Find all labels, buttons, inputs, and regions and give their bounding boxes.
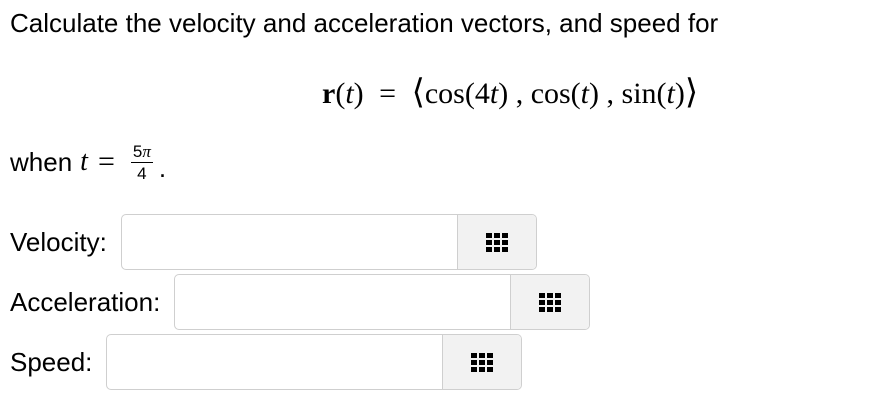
acceleration-row: Acceleration: [10, 274, 591, 330]
speed-label: Speed: [10, 346, 93, 377]
eq-f2-end: ) [589, 77, 600, 110]
eq-f1-t: t [489, 77, 499, 110]
acceleration-input[interactable] [175, 275, 511, 329]
eq-sep2: , [599, 77, 622, 110]
acceleration-keypad-button[interactable] [510, 275, 590, 329]
eq-sep1: , [508, 77, 531, 110]
grid-keypad-icon [539, 292, 562, 312]
eq-lhs-close: ) [353, 77, 364, 110]
eq-f2-t: t [580, 77, 590, 110]
eq-lhs-t: t [345, 77, 354, 110]
position-vector-equation: r(t) = ⟨cos(4t) , cos(t) , sin(t)⟩ [322, 72, 698, 112]
velocity-label: Velocity: [10, 226, 107, 257]
velocity-field [120, 214, 537, 270]
velocity-input[interactable] [121, 215, 457, 269]
time-fraction: 5π 4 [130, 141, 153, 183]
question-prompt: Calculate the velocity and acceleration … [10, 8, 719, 38]
fraction-denominator: 4 [137, 163, 147, 183]
acceleration-label: Acceleration: [10, 286, 161, 317]
eq-f3-end: ) [674, 77, 685, 110]
grid-keypad-icon [485, 232, 508, 252]
numerator-coefficient: 5 [132, 141, 143, 161]
eq-f3-t: t [666, 77, 675, 110]
time-condition: when t = 5π 4 . [10, 140, 166, 184]
when-equals: = [97, 145, 115, 178]
grid-keypad-icon [471, 352, 494, 372]
speed-input[interactable] [107, 335, 443, 389]
eq-rangle: ⟩ [684, 74, 699, 111]
eq-r: r [322, 77, 336, 110]
eq-f1: cos(4 [424, 77, 490, 110]
eq-lhs-open: ( [335, 77, 346, 110]
when-variable: t [80, 146, 88, 177]
when-period: . [158, 152, 167, 183]
velocity-row: Velocity: [10, 214, 537, 270]
eq-equals: = [379, 77, 397, 110]
eq-f1-end: ) [498, 77, 509, 110]
velocity-keypad-button[interactable] [456, 215, 536, 269]
when-prefix: when [10, 146, 73, 177]
acceleration-field [174, 274, 591, 330]
speed-field [106, 334, 523, 390]
fraction-numerator: 5π [130, 141, 153, 163]
speed-row: Speed: [10, 334, 523, 390]
eq-f3: sin( [621, 77, 667, 110]
speed-keypad-button[interactable] [442, 335, 522, 389]
numerator-pi: π [142, 141, 151, 161]
eq-f2: cos( [530, 77, 581, 110]
eq-langle: ⟨ [411, 74, 425, 111]
